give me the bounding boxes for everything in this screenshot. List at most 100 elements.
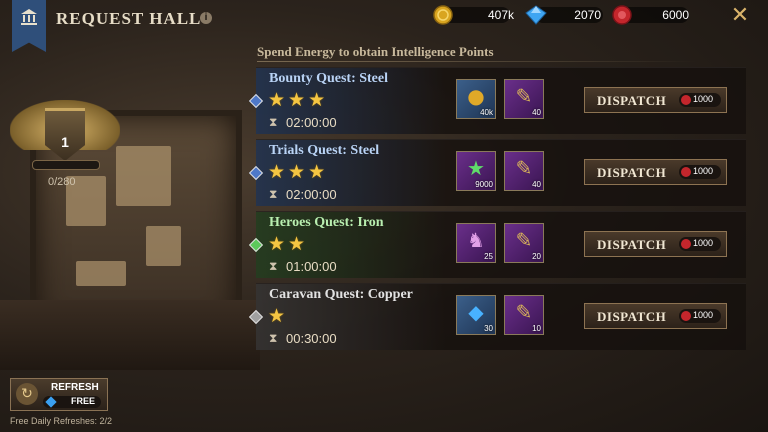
energy-resource: 6000 bbox=[611, 5, 689, 25]
reward-amount: 25 bbox=[484, 252, 493, 261]
star-icon: ★ bbox=[288, 89, 306, 111]
background-paper bbox=[146, 226, 181, 266]
reward-slot[interactable]: ● 40k bbox=[456, 79, 496, 119]
exp-scroll-icon: ✎ bbox=[515, 84, 533, 108]
dispatch-cost: 1000 bbox=[679, 165, 721, 179]
quest-name: Caravan Quest: Copper bbox=[269, 287, 413, 302]
quest-row: Caravan Quest: Copper ★ ⧗ 00:30:00 ◆ 30 ✎ 10 DIS… bbox=[248, 283, 746, 350]
reward-slot[interactable]: ◆ 30 bbox=[456, 295, 496, 335]
star-icon: ★ bbox=[268, 305, 286, 327]
dispatch-button[interactable]: DISPATCH 1000 bbox=[584, 303, 727, 329]
refresh-note: Free Daily Refreshes: 2/2 bbox=[10, 416, 113, 426]
hourglass-icon: ⧗ bbox=[269, 331, 278, 345]
gem-resource: 2070 bbox=[525, 5, 603, 25]
exp-scroll-icon: ✎ bbox=[515, 156, 533, 180]
dispatch-cost-value: 1000 bbox=[693, 166, 714, 176]
reward-amount: 40k bbox=[480, 108, 493, 117]
quest-row: Heroes Quest: Iron ★ ★ ⧗ 01:00:00 ♞ 25 ✎ 20 DISPA… bbox=[248, 211, 746, 278]
reward-slot[interactable]: ✎ 10 bbox=[504, 295, 544, 335]
gold-coin-icon: ● bbox=[467, 84, 485, 108]
refresh-icon: ↻ bbox=[16, 383, 38, 405]
red-seal-icon bbox=[681, 311, 691, 321]
gold-coin-icon bbox=[433, 5, 453, 25]
refresh-button[interactable]: ↻ REFRESH FREE bbox=[10, 378, 108, 411]
quest-name: Heroes Quest: Iron bbox=[269, 215, 384, 230]
reward-slot[interactable]: ✎ 40 bbox=[504, 79, 544, 119]
quest-name: Bounty Quest: Steel bbox=[269, 71, 388, 86]
star-icon: ★ bbox=[308, 161, 326, 183]
dispatch-cost-value: 1000 bbox=[693, 94, 714, 104]
reward-slot[interactable]: ✎ 40 bbox=[504, 151, 544, 191]
background-paper bbox=[76, 261, 126, 286]
star-icon: ★ bbox=[268, 233, 286, 255]
energy-value: 6000 bbox=[662, 8, 689, 22]
building-icon bbox=[21, 9, 37, 25]
blue-gem-icon: ◆ bbox=[468, 300, 484, 324]
quest-duration: 02:00:00 bbox=[286, 187, 337, 202]
reward-slot[interactable]: ✎ 20 bbox=[504, 223, 544, 263]
red-seal-icon bbox=[681, 239, 691, 249]
reward-amount: 40 bbox=[532, 180, 541, 189]
quest-stars: ★ bbox=[268, 305, 288, 327]
hero-shard-icon: ♞ bbox=[467, 228, 485, 252]
quest-name: Trials Quest: Steel bbox=[269, 143, 380, 158]
page-title: REQUEST HALL bbox=[56, 9, 202, 28]
star-icon: ★ bbox=[268, 161, 286, 183]
reward-slot[interactable]: ★ 9000 bbox=[456, 151, 496, 191]
hourglass-icon: ⧗ bbox=[269, 259, 278, 273]
rank-level: 1 bbox=[61, 134, 69, 150]
dispatch-cost: 1000 bbox=[679, 237, 721, 251]
quest-duration: 02:00:00 bbox=[286, 115, 337, 130]
exp-star-icon: ★ bbox=[467, 156, 485, 180]
dispatch-button[interactable]: DISPATCH 1000 bbox=[584, 87, 727, 113]
close-icon[interactable]: ✕ bbox=[728, 4, 752, 28]
divider bbox=[257, 61, 697, 62]
quest-duration: 01:00:00 bbox=[286, 259, 337, 274]
reward-slot[interactable]: ♞ 25 bbox=[456, 223, 496, 263]
star-icon: ★ bbox=[308, 89, 326, 111]
dispatch-button[interactable]: DISPATCH 1000 bbox=[584, 231, 727, 257]
rank-badge: 1 bbox=[10, 90, 120, 190]
dispatch-cost: 1000 bbox=[679, 93, 721, 107]
request-hall-icon bbox=[12, 0, 46, 52]
quest-stars: ★ ★ bbox=[268, 233, 308, 255]
quest-stars: ★ ★ ★ bbox=[268, 89, 328, 111]
dispatch-label: DISPATCH bbox=[597, 165, 667, 180]
gold-value: 407k bbox=[487, 8, 514, 22]
reward-amount: 40 bbox=[532, 108, 541, 117]
dispatch-label: DISPATCH bbox=[597, 237, 667, 252]
dispatch-button[interactable]: DISPATCH 1000 bbox=[584, 159, 727, 185]
quest-stars: ★ ★ ★ bbox=[268, 161, 328, 183]
rank-progress-text: 0/280 bbox=[48, 176, 76, 188]
background-paper bbox=[116, 146, 171, 206]
dispatch-label: DISPATCH bbox=[597, 309, 667, 324]
reward-amount: 9000 bbox=[475, 180, 493, 189]
background-table bbox=[0, 300, 260, 370]
info-icon[interactable]: i bbox=[200, 12, 212, 24]
section-subtitle: Spend Energy to obtain Intelligence Poin… bbox=[257, 44, 494, 59]
hourglass-icon: ⧗ bbox=[269, 187, 278, 201]
red-seal-icon bbox=[681, 167, 691, 177]
red-seal-icon bbox=[681, 95, 691, 105]
rank-progress-bar bbox=[32, 160, 100, 170]
quest-row: Trials Quest: Steel ★ ★ ★ ⧗ 02:00:00 ★ 9000 ✎ 40 D… bbox=[248, 139, 746, 206]
refresh-cost-pill: FREE bbox=[43, 396, 101, 408]
dispatch-label: DISPATCH bbox=[597, 93, 667, 108]
reward-amount: 30 bbox=[484, 324, 493, 333]
dispatch-cost-value: 1000 bbox=[693, 310, 714, 320]
gold-resource: 407k bbox=[432, 5, 514, 25]
dispatch-cost: 1000 bbox=[679, 309, 721, 323]
reward-amount: 10 bbox=[532, 324, 541, 333]
star-icon: ★ bbox=[268, 89, 286, 111]
blue-gem-icon bbox=[45, 396, 57, 408]
star-icon: ★ bbox=[288, 233, 306, 255]
star-icon: ★ bbox=[288, 161, 306, 183]
reward-amount: 20 bbox=[532, 252, 541, 261]
quest-duration: 00:30:00 bbox=[286, 331, 337, 346]
refresh-label: REFRESH bbox=[51, 382, 99, 393]
dispatch-cost-value: 1000 bbox=[693, 238, 714, 248]
quest-row: Bounty Quest: Steel ★ ★ ★ ⧗ 02:00:00 ● 40k ✎ 40 DI… bbox=[248, 67, 746, 134]
gem-value: 2070 bbox=[574, 8, 601, 22]
refresh-cost: FREE bbox=[71, 396, 96, 406]
hourglass-icon: ⧗ bbox=[269, 115, 278, 129]
